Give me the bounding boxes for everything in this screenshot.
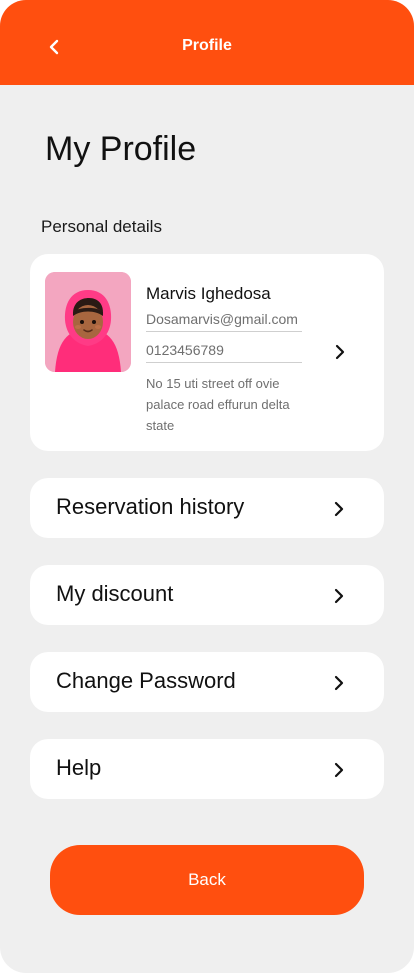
back-button[interactable]: Back bbox=[50, 845, 364, 915]
section-label: Personal details bbox=[41, 217, 162, 236]
top-bar: Profile bbox=[0, 0, 414, 85]
user-avatar bbox=[45, 272, 131, 372]
menu-item-label: Reservation history bbox=[56, 494, 245, 519]
menu-item-change-password[interactable]: Change Password bbox=[30, 652, 384, 712]
personal-details-card[interactable]: Marvis Ighedosa Dosamarvis@gmail.com 012… bbox=[30, 254, 384, 451]
top-bar-title: Profile bbox=[182, 37, 232, 54]
menu-item-label: Help bbox=[56, 755, 102, 780]
menu-item-label: Change Password bbox=[56, 668, 236, 693]
profile-name: Marvis Ighedosa bbox=[146, 284, 271, 303]
profile-address: No 15 uti street off ovie palace road ef… bbox=[146, 376, 290, 433]
chevron-right-icon bbox=[334, 762, 344, 778]
profile-email: Dosamarvis@gmail.com bbox=[146, 311, 302, 332]
menu-item-label: My discount bbox=[56, 581, 174, 606]
chevron-right-icon bbox=[334, 501, 344, 517]
page-title: My Profile bbox=[45, 130, 197, 168]
chevron-right-icon bbox=[335, 344, 345, 360]
profile-phone: 0123456789 bbox=[146, 342, 302, 363]
chevron-right-icon bbox=[334, 588, 344, 604]
chevron-right-icon bbox=[334, 675, 344, 691]
menu-item-my-discount[interactable]: My discount bbox=[30, 565, 384, 625]
menu-item-help[interactable]: Help bbox=[30, 739, 384, 799]
menu-item-reservation-history[interactable]: Reservation history bbox=[30, 478, 384, 538]
profile-screen: Profile My Profile Personal details Marv… bbox=[0, 0, 414, 973]
